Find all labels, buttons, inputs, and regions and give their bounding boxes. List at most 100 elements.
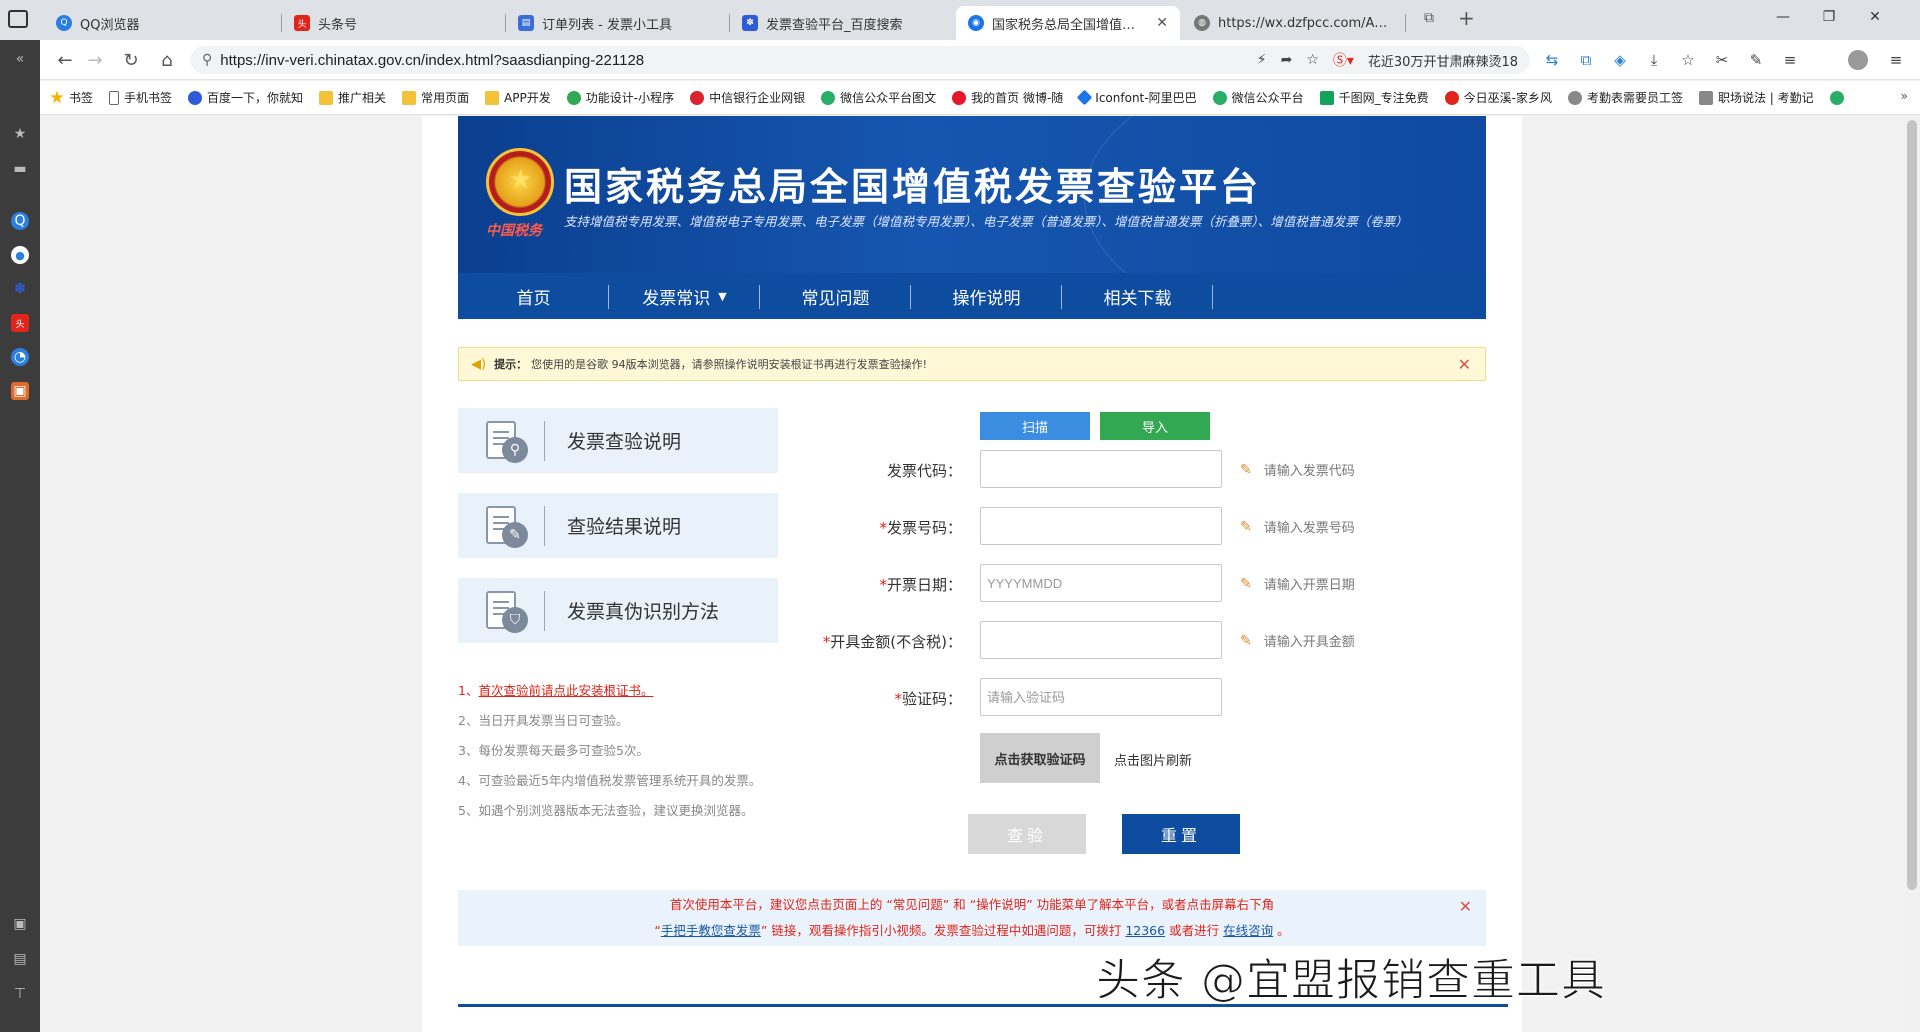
- bookmark-item[interactable]: [1829, 90, 1849, 105]
- phone-link[interactable]: 12366: [1125, 923, 1165, 938]
- browser-notice: ◀) 提示： 您使用的是谷歌 94版本浏览器，请参照操作说明安装根证书再进行发票…: [458, 347, 1486, 381]
- baidu-paw-icon[interactable]: ✽: [11, 280, 29, 298]
- tab-qq-browser[interactable]: Q QQ浏览器: [44, 6, 282, 40]
- bookmark-item[interactable]: 我的首页 微博-随: [952, 89, 1063, 106]
- restore-icon[interactable]: ❐: [1806, 0, 1852, 34]
- translate-icon[interactable]: ⇆: [1542, 50, 1562, 70]
- wechat-icon: [1829, 90, 1844, 105]
- invoice-code-input[interactable]: [980, 450, 1222, 488]
- nav-downloads[interactable]: 相关下载: [1062, 273, 1213, 319]
- clock-icon[interactable]: ◔: [11, 348, 29, 366]
- sogou-icon[interactable]: Ⓢ▾: [1333, 50, 1354, 70]
- bookmark-folder[interactable]: 推广相关: [319, 89, 386, 106]
- miniprogram-icon: [566, 90, 581, 105]
- lightning-icon[interactable]: ⚡: [1257, 52, 1267, 68]
- scissors-icon[interactable]: ✂: [1712, 50, 1732, 70]
- online-consult-link[interactable]: 在线咨询: [1223, 923, 1273, 938]
- import-button[interactable]: 导入: [1100, 412, 1210, 440]
- tab-dzfpcc[interactable]: ◍ https://wx.dzfpcc.com/Accoun: [1182, 6, 1406, 40]
- query-button[interactable]: 查验: [968, 814, 1086, 854]
- home-icon[interactable]: ⌂: [154, 48, 180, 72]
- tab-list-icon[interactable]: ⧉: [1424, 10, 1434, 26]
- close-window-icon[interactable]: ✕: [1852, 0, 1898, 34]
- draw-icon[interactable]: ✎: [1746, 50, 1766, 70]
- address-toolbar: ← → ↻ ⌂ ⚲ https://inv-veri.chinatax.gov.…: [0, 40, 1920, 80]
- new-tab-icon[interactable]: +: [1458, 6, 1475, 30]
- pencil-icon: ✎: [482, 500, 534, 552]
- scan-button[interactable]: 扫描: [980, 412, 1090, 440]
- download-icon[interactable]: ⤓: [1644, 50, 1664, 70]
- gallery-icon[interactable]: ▣: [11, 915, 29, 933]
- extension-icon[interactable]: ◈: [1610, 50, 1630, 70]
- tab-chinatax[interactable]: ◉ 国家税务总局全国增值税发票查 ✕: [956, 6, 1180, 40]
- window-menu-icon[interactable]: [8, 10, 28, 28]
- field-issue-date: *开票日期： ✎请输入开票日期: [702, 564, 1502, 602]
- bookmark-item[interactable]: 微信公众平台图文: [821, 89, 936, 106]
- bookmark-item[interactable]: 手机书签: [109, 89, 172, 106]
- install-cert-link[interactable]: 首次查验前请点此安装根证书。: [478, 683, 653, 698]
- bookmark-item[interactable]: 职场说法 | 考勤记: [1698, 89, 1814, 106]
- scrollbar-thumb[interactable]: [1907, 120, 1917, 890]
- bookmark-folder[interactable]: APP开发: [485, 89, 551, 106]
- nav-home[interactable]: 首页: [458, 273, 609, 319]
- issue-date-input[interactable]: [980, 564, 1222, 602]
- reload-icon[interactable]: ↻: [118, 48, 144, 72]
- news-ticker[interactable]: 花近30万开甘肃麻辣烫18: [1368, 51, 1518, 70]
- qq-penguin-icon[interactable]: ●: [11, 246, 29, 264]
- tip-item: 4、可查验最近5年内增值税发票管理系统开具的发票。: [458, 773, 762, 788]
- avatar[interactable]: [1848, 50, 1868, 70]
- nav-faq[interactable]: 常见问题: [760, 273, 911, 319]
- pencil-icon: ✎: [1240, 575, 1252, 592]
- national-emblem-icon: [486, 148, 554, 216]
- address-input[interactable]: ⚲ https://inv-veri.chinatax.gov.cn/index…: [190, 46, 1530, 74]
- close-info-icon[interactable]: ✕: [1459, 894, 1472, 920]
- magnifier-icon: ⚲: [482, 415, 534, 467]
- collapse-sidebar-icon[interactable]: «: [11, 50, 29, 68]
- amount-input[interactable]: [980, 621, 1222, 659]
- favorites-star-icon[interactable]: ★: [11, 125, 29, 143]
- bookmark-item[interactable]: 书签: [50, 89, 93, 106]
- nav-invoice-knowledge[interactable]: 发票常识 ▼: [609, 273, 760, 319]
- captcha-input[interactable]: [980, 678, 1222, 716]
- tab-toutiao[interactable]: 头 头条号: [282, 6, 506, 40]
- invoice-number-input[interactable]: [980, 507, 1222, 545]
- page-scrollbar[interactable]: [1904, 116, 1920, 1032]
- toutiao-icon[interactable]: 头: [11, 314, 29, 332]
- menu-lines-icon[interactable]: ≡: [1780, 50, 1800, 70]
- bookmark-item[interactable]: 功能设计-小程序: [566, 89, 674, 106]
- qq-icon[interactable]: Q: [11, 212, 29, 230]
- reset-button[interactable]: 重置: [1122, 814, 1240, 854]
- close-tab-icon[interactable]: ✕: [1146, 15, 1168, 31]
- more-bookmarks-icon[interactable]: »: [1901, 89, 1908, 103]
- app-icon[interactable]: ▣: [11, 382, 29, 400]
- bookmark-folder[interactable]: 常用页面: [402, 89, 469, 106]
- page-content: 中国税务 国家税务总局全国增值税发票查验平台 支持增值税专用发票、增值税电子专用…: [422, 116, 1522, 1032]
- bookmark-item[interactable]: Iconfont-阿里巴巴: [1077, 89, 1197, 106]
- captcha-image[interactable]: 点击获取验证码: [980, 733, 1100, 783]
- minimize-icon[interactable]: —: [1760, 0, 1806, 34]
- favorites-icon[interactable]: ☆: [1678, 50, 1698, 70]
- share-icon[interactable]: ➦: [1281, 52, 1293, 68]
- bookmark-item[interactable]: 今日巫溪-家乡风: [1444, 89, 1552, 106]
- close-notice-icon[interactable]: ✕: [1458, 355, 1471, 374]
- forward-icon[interactable]: →: [82, 48, 108, 72]
- bookmark-item[interactable]: 考勤表需要员工签: [1567, 89, 1683, 106]
- bookmark-item[interactable]: 中信银行企业网银: [690, 89, 805, 106]
- speaker-icon: ◀): [471, 356, 487, 372]
- pin-icon[interactable]: ⊤: [11, 985, 29, 1003]
- folder-icon: [485, 90, 500, 105]
- screenshot-icon[interactable]: ⧉: [1576, 50, 1596, 70]
- nav-instructions[interactable]: 操作说明: [911, 273, 1062, 319]
- video-guide-link[interactable]: 手把手教您查发票: [661, 923, 761, 938]
- pencil-icon: ✎: [1240, 461, 1252, 478]
- briefcase-icon[interactable]: ▤: [11, 950, 29, 968]
- tab-baidu-search[interactable]: ✽ 发票查验平台_百度搜索: [730, 6, 954, 40]
- bookmark-item[interactable]: 百度一下，你就知: [188, 89, 303, 106]
- back-icon[interactable]: ←: [52, 48, 78, 72]
- bookmark-item[interactable]: 微信公众平台: [1212, 89, 1304, 106]
- more-menu-icon[interactable]: ≡: [1886, 50, 1906, 70]
- tab-order-list[interactable]: ▤ 订单列表 - 发票小工具: [506, 6, 730, 40]
- folder-icon[interactable]: ▬: [11, 160, 29, 178]
- star-icon[interactable]: ☆: [1306, 52, 1319, 68]
- bookmark-item[interactable]: 千图网_专注免费: [1319, 89, 1429, 106]
